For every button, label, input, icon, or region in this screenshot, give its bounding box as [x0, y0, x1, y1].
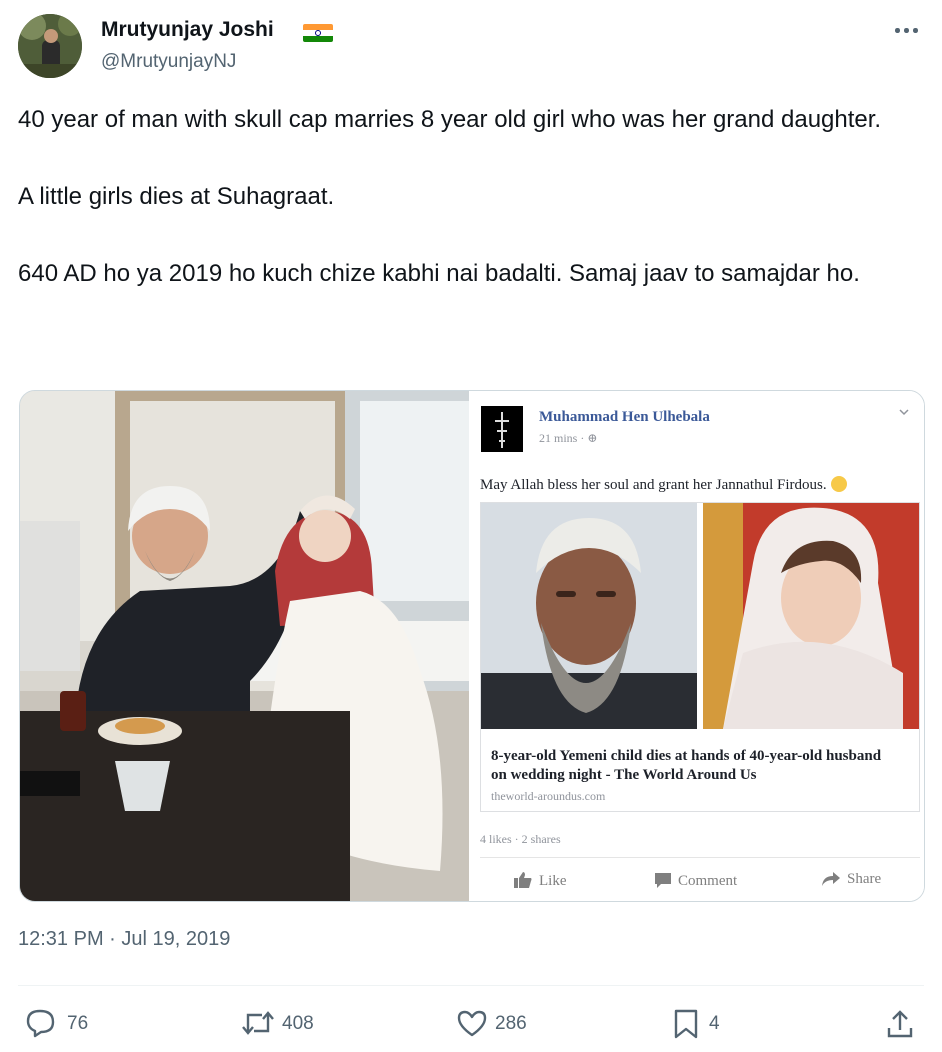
stats-divider	[18, 985, 924, 986]
comment-bubble-icon	[655, 873, 671, 888]
bookmark-icon	[674, 1009, 698, 1039]
facebook-post-text: May Allah bless her soul and grant her J…	[480, 476, 847, 494]
facebook-post-time: 21 mins · ⊕	[539, 431, 598, 445]
reply-count: 76	[67, 1013, 89, 1034]
wedding-photo[interactable]	[20, 391, 469, 901]
facebook-comment-button: Comment	[654, 871, 737, 893]
globe-icon: ⊕	[587, 431, 598, 445]
author-display-name[interactable]: Mrutyunjay Joshi	[101, 18, 274, 42]
chevron-down-icon	[899, 409, 909, 416]
thumbs-up-icon	[514, 872, 532, 888]
tweet-media[interactable]: Muhammad Hen Ulhebala 21 mins · ⊕ May Al…	[19, 390, 925, 902]
tweet-text: 40 year of man with skull cap marries 8 …	[18, 106, 882, 287]
tweet-timestamp[interactable]: 12:31 PM · Jul 19, 2019	[18, 928, 230, 951]
link-card-image-girl	[703, 503, 919, 729]
facebook-author-avatar	[481, 406, 523, 452]
india-flag-icon	[303, 24, 333, 42]
facebook-post-counts: 4 likes · 2 shares	[480, 832, 561, 846]
reply-button[interactable]: 76	[25, 1006, 105, 1040]
share-arrow-icon	[822, 872, 840, 886]
like-count: 286	[495, 1013, 527, 1034]
facebook-author-name: Muhammad Hen Ulhebala	[539, 409, 710, 425]
share-upload-icon	[887, 1010, 913, 1038]
facebook-post-screenshot[interactable]: Muhammad Hen Ulhebala 21 mins · ⊕ May Al…	[471, 391, 924, 901]
sad-face-emoji-icon	[830, 476, 847, 492]
facebook-link-card: 8-year-old Yemeni child dies at hands of…	[480, 502, 920, 812]
bookmark-count: 4	[709, 1013, 720, 1034]
repost-icon	[242, 1011, 274, 1035]
repost-button[interactable]: 408	[240, 1006, 330, 1040]
like-button[interactable]: 286	[456, 1006, 546, 1040]
reply-bubble-icon	[26, 1009, 55, 1038]
heart-icon	[457, 1010, 487, 1037]
link-card-title: 8-year-old Yemeni child dies at hands of…	[491, 748, 882, 783]
bookmark-button[interactable]: 4	[671, 1006, 731, 1040]
author-handle[interactable]: @MrutyunjayNJ	[101, 51, 236, 73]
repost-count: 408	[282, 1013, 314, 1034]
link-card-domain: theworld-aroundus.com	[491, 789, 606, 803]
more-options-icon[interactable]	[893, 18, 923, 42]
author-avatar[interactable]	[18, 14, 82, 78]
facebook-actions-divider	[480, 857, 920, 858]
share-button[interactable]	[884, 1006, 916, 1040]
facebook-like-button: Like	[513, 871, 567, 893]
facebook-share-button: Share	[821, 871, 881, 893]
link-card-image-man	[481, 503, 697, 729]
